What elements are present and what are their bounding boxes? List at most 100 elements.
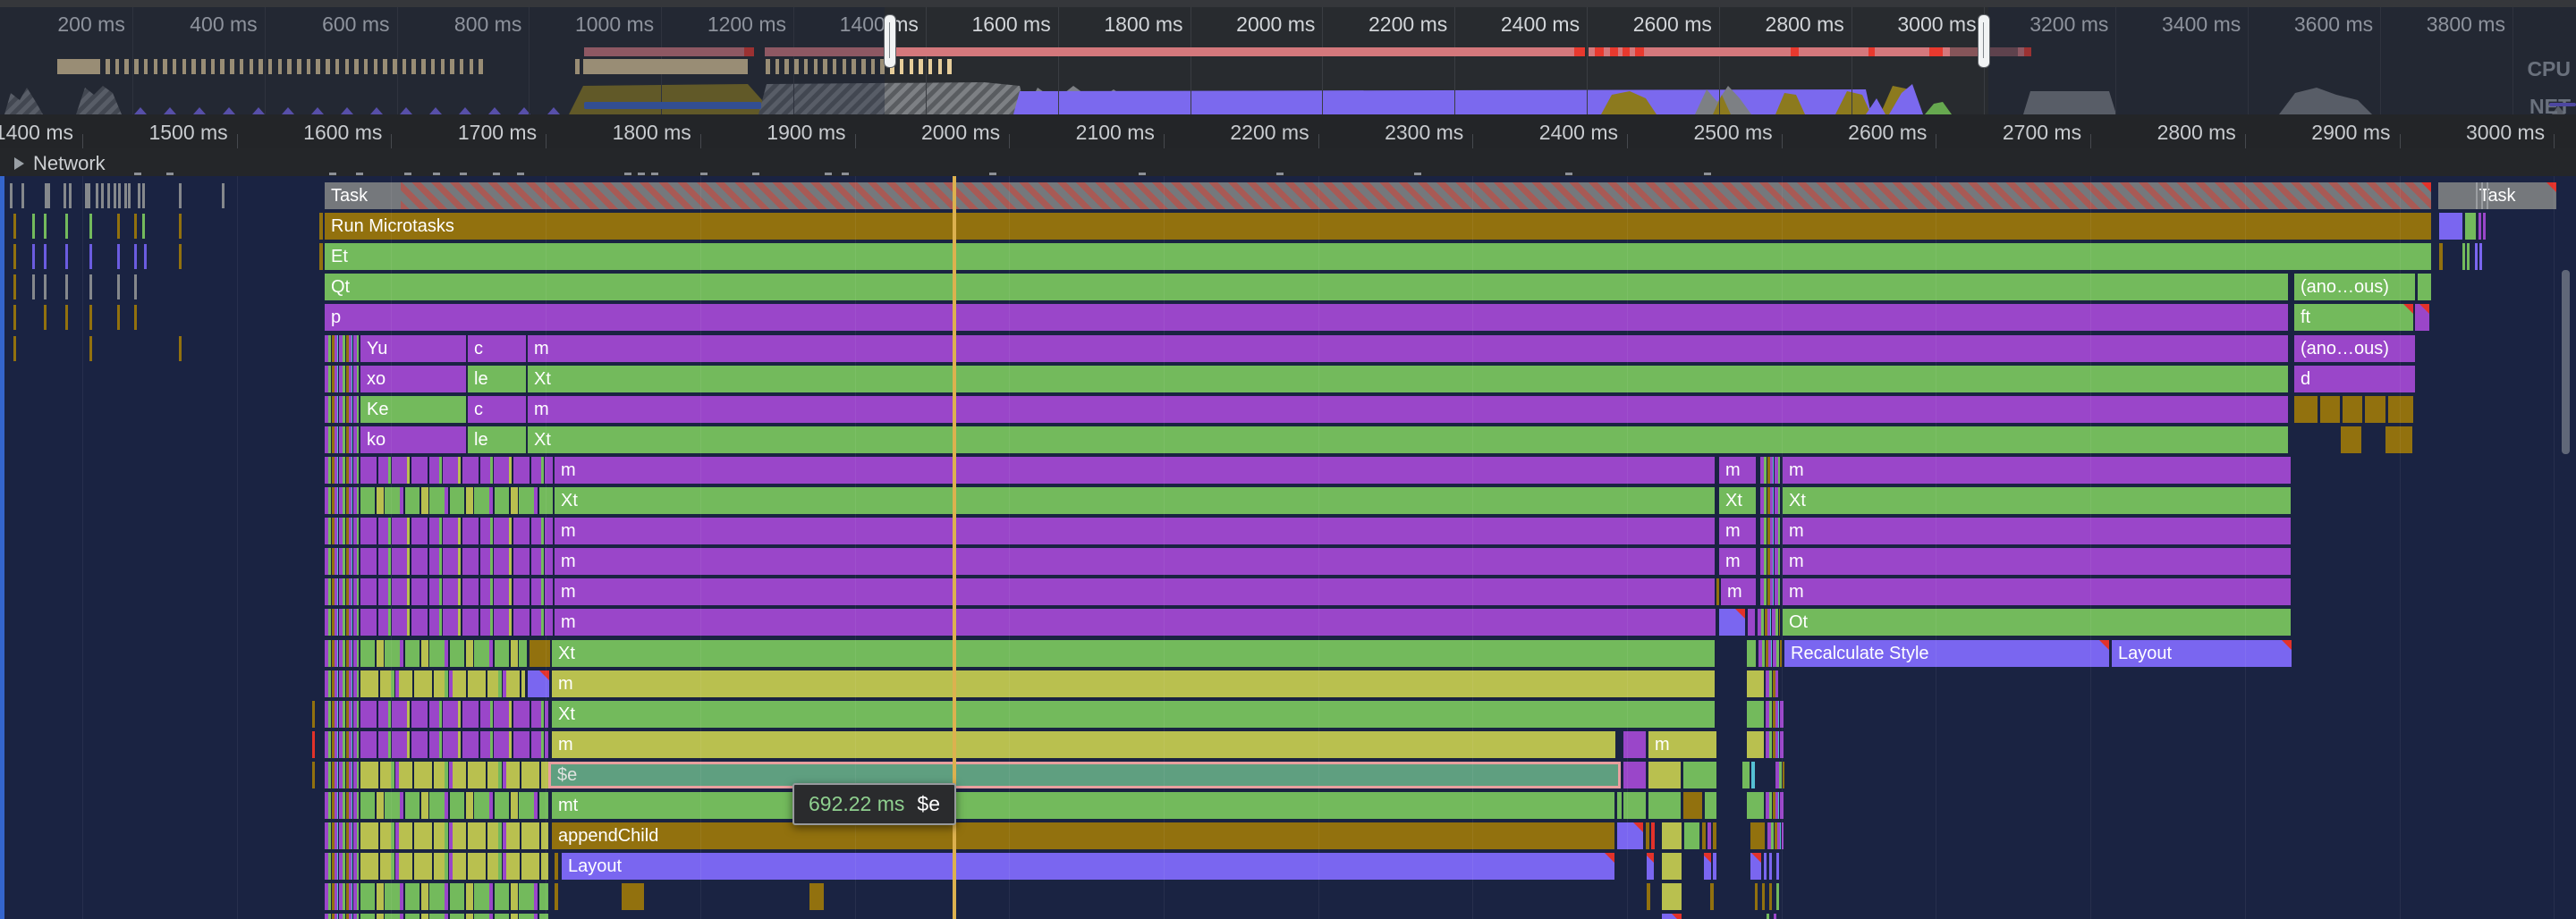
flame-event-m[interactable]: m [552, 731, 1615, 758]
flame-event[interactable] [528, 670, 549, 697]
flame-event[interactable] [1648, 792, 1681, 819]
flame-event[interactable] [1623, 731, 1646, 758]
flame-event[interactable] [1766, 731, 1784, 758]
tiny-task-sliver[interactable] [10, 183, 13, 208]
flame-event[interactable] [2385, 426, 2412, 453]
flame-event[interactable] [2343, 396, 2362, 423]
tiny-task-sliver[interactable] [89, 336, 92, 361]
flame-event-anoous[interactable]: (ano…ous) [2294, 335, 2415, 362]
flame-event[interactable] [319, 213, 323, 240]
flame-event-xt[interactable]: Xt [555, 487, 1715, 514]
flame-event[interactable] [1776, 853, 1779, 880]
flame-event-runmicrotasks[interactable]: Run Microtasks [325, 213, 2431, 240]
flame-event[interactable] [1775, 762, 1784, 788]
flame-event[interactable] [2481, 182, 2483, 209]
flame-event[interactable] [360, 609, 553, 636]
flame-event-task[interactable]: Task [2438, 182, 2556, 209]
tiny-task-sliver[interactable] [101, 183, 104, 208]
flame-event[interactable] [530, 640, 550, 667]
flame-event-ko[interactable]: ko [360, 426, 466, 453]
tiny-task-sliver[interactable] [44, 214, 47, 239]
flame-event-le[interactable]: le [468, 366, 526, 392]
tiny-task-sliver[interactable] [89, 305, 92, 330]
flame-event-m[interactable]: m [555, 457, 1715, 484]
flame-event[interactable] [1662, 853, 1682, 880]
flame-event[interactable] [1684, 822, 1699, 849]
flame-event-xt[interactable]: Xt [1719, 487, 1756, 514]
flame-event-m[interactable]: m [555, 609, 1716, 636]
flame-event-m[interactable]: m [555, 578, 1715, 605]
flame-event[interactable] [1760, 518, 1780, 544]
flame-event-m[interactable]: m [1783, 548, 2291, 575]
flame-event-m[interactable]: m [1719, 548, 1756, 575]
flame-event-m[interactable]: m [1783, 457, 2291, 484]
flame-event-d[interactable]: d [2294, 366, 2415, 392]
flame-event[interactable] [1716, 578, 1719, 605]
flame-event[interactable] [2294, 396, 2318, 423]
tiny-task-sliver[interactable] [124, 183, 127, 208]
flame-event[interactable] [2439, 213, 2462, 240]
flame-event-xt[interactable]: Xt [1783, 487, 2291, 514]
tiny-task-sliver[interactable] [118, 183, 121, 208]
flame-event[interactable] [1767, 914, 1769, 919]
tiny-task-sliver[interactable] [44, 244, 47, 269]
tiny-task-sliver[interactable] [222, 183, 225, 208]
tiny-task-sliver[interactable] [47, 183, 50, 208]
flame-event-xt[interactable]: Xt [528, 366, 2288, 392]
flame-event[interactable] [2418, 274, 2431, 300]
tiny-task-sliver[interactable] [117, 244, 120, 269]
tiny-task-sliver[interactable] [13, 336, 16, 361]
flame-event[interactable] [809, 883, 824, 910]
flame-event[interactable] [2476, 182, 2478, 209]
flame-event-m[interactable]: m [555, 518, 1715, 544]
tiny-task-sliver[interactable] [13, 214, 16, 239]
flame-event[interactable] [1774, 914, 1776, 919]
flame-event[interactable] [1760, 578, 1780, 605]
flame-event-p[interactable]: p [325, 304, 2288, 331]
flame-event[interactable] [360, 578, 553, 605]
flame-event-m[interactable]: m [528, 396, 2288, 423]
flame-event[interactable] [1766, 792, 1784, 819]
tiny-task-sliver[interactable] [142, 183, 145, 208]
flame-event[interactable] [325, 914, 359, 919]
tiny-task-sliver[interactable] [138, 183, 140, 208]
tiny-task-sliver[interactable] [88, 183, 90, 208]
flame-event[interactable] [325, 335, 359, 362]
flame-event[interactable] [360, 762, 548, 788]
flame-event[interactable] [555, 853, 558, 880]
flame-event[interactable] [1767, 822, 1784, 849]
flame-event-et[interactable]: Et [325, 243, 2431, 270]
flame-event[interactable] [1747, 640, 1756, 667]
tiny-task-sliver[interactable] [89, 214, 92, 239]
tiny-task-sliver[interactable] [179, 183, 182, 208]
flame-event[interactable] [360, 701, 548, 728]
flame-event-e[interactable]: $e [548, 762, 1621, 788]
tiny-task-sliver[interactable] [21, 183, 24, 208]
tiny-task-sliver[interactable] [142, 214, 145, 239]
flame-event[interactable] [360, 853, 548, 880]
flame-event[interactable] [1748, 609, 1755, 636]
flame-event-xt[interactable]: Xt [528, 426, 2288, 453]
flame-event[interactable] [1758, 640, 1782, 667]
flame-event[interactable] [360, 731, 548, 758]
flame-event[interactable] [1769, 883, 1772, 910]
tiny-task-sliver[interactable] [65, 214, 68, 239]
tiny-task-sliver[interactable] [144, 244, 147, 269]
flame-event[interactable] [325, 822, 359, 849]
flame-event-xt[interactable]: Xt [552, 640, 1715, 667]
flame-event[interactable] [2475, 243, 2478, 270]
flame-event[interactable] [360, 792, 548, 819]
flame-event[interactable] [325, 426, 359, 453]
flame-event[interactable] [1704, 853, 1711, 880]
tiny-task-sliver[interactable] [117, 214, 120, 239]
tiny-task-sliver[interactable] [32, 244, 35, 269]
flame-event-c[interactable]: c [468, 396, 526, 423]
flame-event[interactable] [1617, 792, 1622, 819]
flame-event[interactable] [312, 762, 315, 788]
flame-event[interactable] [1662, 822, 1682, 849]
flame-event[interactable] [360, 883, 548, 910]
flame-event[interactable] [1702, 822, 1706, 849]
flame-event-m[interactable]: m [1719, 457, 1756, 484]
flame-event[interactable] [1623, 792, 1646, 819]
flame-event-le[interactable]: le [468, 426, 526, 453]
